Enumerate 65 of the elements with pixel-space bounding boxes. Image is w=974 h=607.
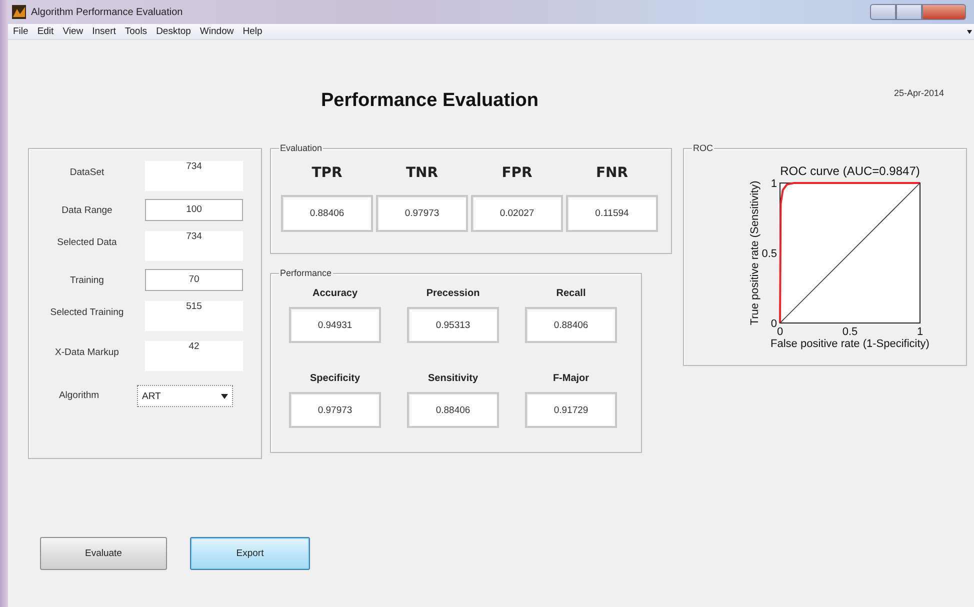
menu-item[interactable]: Edit: [34, 26, 60, 37]
value-display: 0.94931: [289, 307, 381, 343]
menu-item[interactable]: View: [60, 26, 90, 37]
field-label: Algorithm: [58, 390, 100, 401]
menu-item[interactable]: Tools: [122, 26, 154, 37]
caret-icon: [221, 394, 228, 398]
action-button[interactable]: Export: [190, 537, 310, 570]
tick-label: 1: [916, 326, 924, 338]
tick-label: 0.5: [762, 248, 777, 260]
maximize-button[interactable]: [896, 4, 922, 20]
algorithm-dropdown[interactable]: ART: [137, 385, 233, 407]
tick-label: 1: [770, 178, 777, 190]
metric-label: Accuracy: [312, 288, 358, 299]
value-display: 0.02027: [471, 195, 563, 232]
chart-title: ROC curve (AUC=0.9847): [780, 164, 920, 178]
field-label: Selected Training: [49, 307, 125, 318]
field-label: DataSet: [68, 167, 106, 178]
page-heading: Performance Evaluation: [321, 90, 539, 112]
menu-item[interactable]: Help: [240, 26, 268, 37]
menu-item[interactable]: File: [10, 26, 34, 37]
metric-label: Precession: [426, 288, 480, 299]
window-title: Algorithm Performance Evaluation: [31, 6, 183, 18]
menu-item[interactable]: Desktop: [153, 26, 197, 37]
value-display: 0.88406: [525, 307, 617, 343]
tick-label: 0: [770, 318, 777, 330]
field-label: X-Data Markup: [54, 347, 120, 358]
input-field[interactable]: 100: [145, 199, 243, 221]
input-field[interactable]: 70: [145, 269, 243, 291]
dock-arrow-icon[interactable]: [967, 30, 972, 34]
metric-label: FPR: [502, 165, 532, 181]
value-display: 0.97973: [289, 392, 381, 428]
tick-label: 0.5: [842, 326, 858, 338]
axis-label: False positive rate (1-Specificity): [770, 338, 930, 350]
minimize-button[interactable]: [870, 4, 896, 20]
app-icon: [12, 5, 26, 19]
metric-label: FNR: [596, 165, 628, 181]
metric-label: F-Major: [552, 373, 590, 384]
action-button[interactable]: Evaluate: [40, 537, 167, 570]
field-label: Data Range: [60, 205, 114, 216]
value-display: 0.11594: [566, 195, 658, 232]
value-display: 0.97973: [376, 195, 468, 232]
date-label: 25-Apr-2014: [894, 88, 944, 98]
value-display: 0.91729: [525, 392, 617, 428]
group-title: Performance: [279, 267, 333, 279]
axis-label: True positive rate (Sensitivity): [749, 180, 761, 326]
metric-label: Sensitivity: [428, 373, 478, 384]
value-display: 42: [145, 341, 243, 371]
value-display: 0.88406: [407, 392, 499, 428]
value-display: 0.95313: [407, 307, 499, 343]
metric-label: TNR: [406, 165, 438, 181]
metric-label: Specificity: [310, 373, 360, 384]
field-label: Selected Data: [56, 237, 118, 248]
metric-label: TPR: [312, 165, 342, 181]
group-title: ROC: [692, 142, 714, 154]
menu-item[interactable]: Insert: [89, 26, 122, 37]
metric-label: Recall: [556, 288, 586, 299]
close-button[interactable]: [922, 4, 966, 20]
value-display: 734: [145, 231, 243, 261]
field-label: Training: [69, 275, 105, 286]
group-title: Evaluation: [279, 142, 324, 154]
value-display: 0.88406: [281, 195, 373, 232]
value-display: 734: [145, 161, 243, 191]
tick-label: 0: [776, 326, 784, 338]
value-display: 515: [145, 301, 243, 331]
menu-item[interactable]: Window: [196, 26, 240, 37]
